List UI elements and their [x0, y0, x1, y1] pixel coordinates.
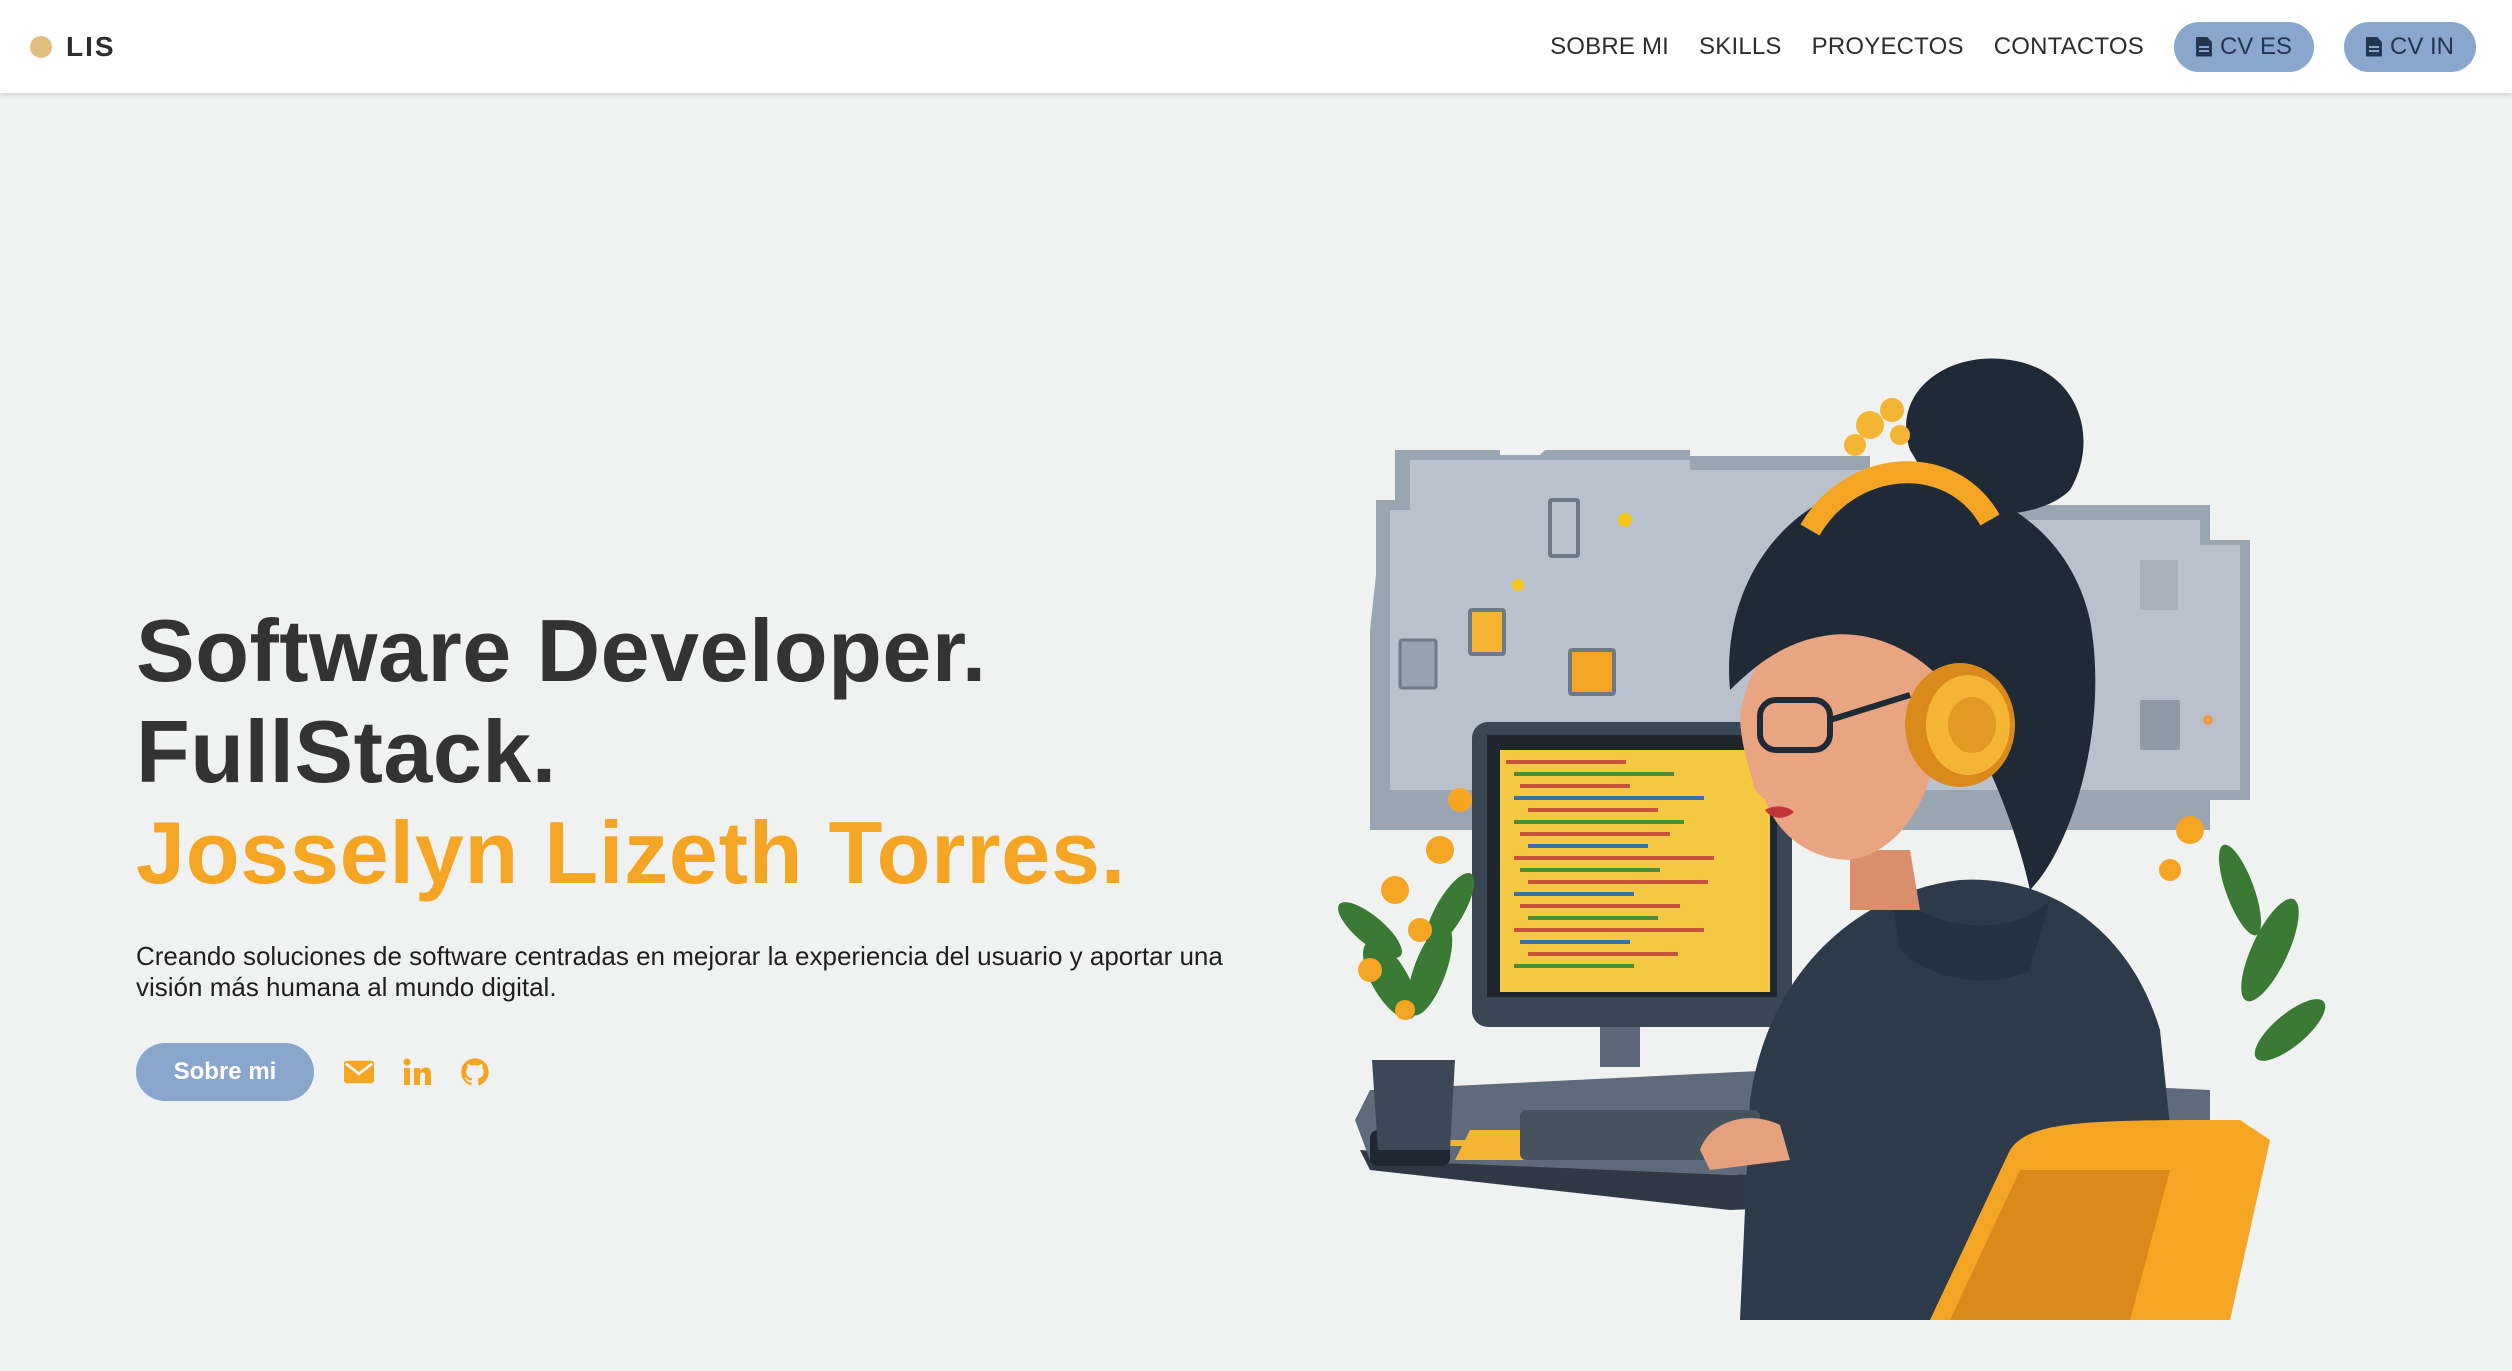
nav-link-contactos[interactable]: CONTACTOS	[1994, 33, 2144, 61]
nav-link-proyectos[interactable]: PROYECTOS	[1812, 33, 1964, 61]
brand-dot-icon	[30, 35, 52, 58]
brand-logo[interactable]: LIS	[30, 0, 116, 93]
sobre-mi-button[interactable]: Sobre mi	[136, 1043, 314, 1101]
hero-actions: Sobre mi	[136, 1043, 490, 1101]
hero-title-line2: FullStack.	[136, 702, 557, 801]
cv-in-button[interactable]: CV IN	[2343, 21, 2476, 72]
hero-heading: Software Developer. FullStack. Josselyn …	[136, 600, 1276, 903]
envelope-icon[interactable]	[344, 1057, 374, 1087]
hero-description: Creando soluciones de software centradas…	[136, 941, 1223, 1002]
nav-link-sobre-mi[interactable]: SOBRE MI	[1550, 33, 1669, 61]
navbar: LIS SOBRE MI SKILLS PROYECTOS CONTACTOS …	[0, 0, 2512, 93]
document-icon	[2195, 36, 2212, 57]
github-icon[interactable]	[460, 1057, 490, 1087]
cv-es-button[interactable]: CV ES	[2173, 21, 2314, 72]
hero-section: Software Developer. FullStack. Josselyn …	[136, 600, 1276, 1003]
nav-menu: SOBRE MI SKILLS PROYECTOS CONTACTOS CV E…	[1550, 0, 2476, 93]
hero-name: Josselyn Lizeth Torres.	[136, 803, 1126, 902]
document-icon	[2365, 36, 2382, 57]
hero-title-line1: Software Developer.	[136, 601, 987, 700]
cv-in-label: CV IN	[2389, 32, 2454, 60]
brand-text: LIS	[66, 30, 116, 62]
developer-illustration	[1310, 330, 2330, 1320]
cv-es-label: CV ES	[2219, 32, 2292, 60]
linkedin-icon[interactable]	[402, 1057, 432, 1087]
nav-link-skills[interactable]: SKILLS	[1699, 33, 1782, 61]
